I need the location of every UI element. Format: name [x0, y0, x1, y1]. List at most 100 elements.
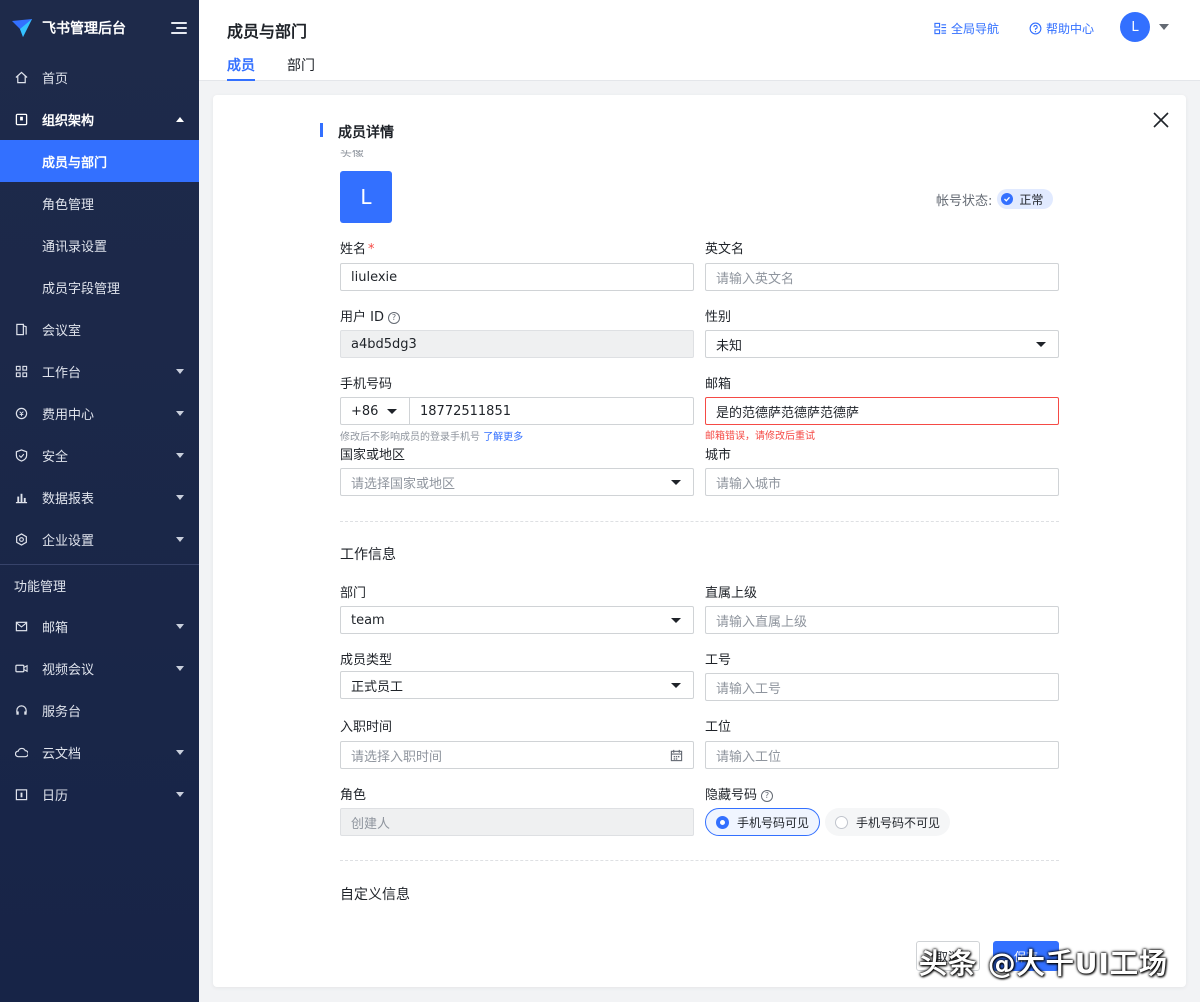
settings-icon — [14, 532, 28, 546]
gender-select[interactable]: 未知 — [705, 330, 1059, 358]
top-header: 成员与部门 成员 部门 全局导航 帮助中心 L — [199, 0, 1200, 81]
page-title: 成员与部门 — [227, 22, 308, 41]
sidebar-item-home[interactable]: 首页 — [0, 56, 199, 98]
email-label: 邮箱 — [705, 377, 732, 392]
help-icon: ? — [761, 789, 774, 802]
sidebar-item-contacts-settings[interactable]: 通讯录设置 — [0, 224, 199, 266]
tab-members[interactable]: 成员 — [227, 55, 255, 81]
name-input[interactable]: liulexie — [340, 263, 694, 291]
sidebar-item-members-depts[interactable]: 成员与部门 — [0, 140, 199, 182]
section-divider — [340, 521, 1059, 522]
phone-input[interactable]: 18772511851 — [409, 397, 694, 425]
close-icon[interactable] — [1152, 111, 1170, 129]
role-label: 角色 — [340, 788, 367, 803]
sidebar-item-reports[interactable]: 数据报表 — [0, 476, 199, 518]
global-nav-icon — [934, 22, 947, 35]
name-label: 姓名 * — [340, 242, 375, 257]
join-date-label: 入职时间 — [340, 720, 393, 735]
chevron-down-icon — [176, 410, 184, 416]
shield-icon — [14, 448, 28, 462]
sidebar-item-member-fields[interactable]: 成员字段管理 — [0, 266, 199, 308]
chevron-down-icon — [176, 665, 184, 671]
video-icon — [14, 661, 28, 675]
chevron-down-icon — [671, 480, 681, 485]
sidebar-item-calendar[interactable]: 日历 — [0, 773, 199, 815]
department-select[interactable]: team — [340, 606, 694, 634]
phone-code-select[interactable]: +86 — [340, 397, 410, 425]
learn-more-link[interactable]: 了解更多 — [483, 432, 523, 443]
billing-icon — [14, 406, 28, 420]
tab-departments[interactable]: 部门 — [287, 55, 315, 81]
city-input[interactable]: 请输入城市 — [705, 468, 1059, 496]
chevron-down-icon — [671, 618, 681, 623]
sidebar-item-service-desk[interactable]: 服务台 — [0, 689, 199, 731]
country-select[interactable]: 请选择国家或地区 — [340, 468, 694, 496]
sidebar: 飞书管理后台 首页 组织架构 成员与部门 角色管理 通讯录设置 成员字段管理 会… — [0, 0, 199, 1002]
email-input[interactable]: 是的范德萨范德萨范德萨 — [705, 397, 1059, 425]
chevron-down-icon — [176, 623, 184, 629]
manager-label: 直属上级 — [705, 586, 758, 601]
sidebar-item-security[interactable]: 安全 — [0, 434, 199, 476]
member-detail-panel: 成员详情 头像 L 帐号状态: 正常 姓名 * liulexie 英文名 请输入英… — [213, 95, 1186, 987]
english-name-label: 英文名 — [705, 242, 745, 257]
gender-label: 性别 — [705, 310, 732, 325]
phone-label: 手机号码 — [340, 377, 393, 392]
menu-toggle-icon[interactable] — [171, 22, 187, 34]
sidebar-item-video-meeting[interactable]: 视频会议 — [0, 647, 199, 689]
user-id-label: 用户 ID? — [340, 306, 400, 325]
sidebar-item-billing[interactable]: 费用中心 — [0, 392, 199, 434]
sidebar-item-workbench[interactable]: 工作台 — [0, 350, 199, 392]
brand-name: 飞书管理后台 — [42, 21, 126, 37]
sidebar-item-enterprise-settings[interactable]: 企业设置 — [0, 518, 199, 560]
panel-title: 成员详情 — [320, 122, 394, 142]
sidebar-group-title: 功能管理 — [14, 579, 67, 595]
sidebar-item-cloud-docs[interactable]: 云文档 — [0, 731, 199, 773]
meeting-room-icon — [14, 322, 28, 336]
chevron-down-icon — [176, 494, 184, 500]
sidebar-item-meeting-room[interactable]: 会议室 — [0, 308, 199, 350]
avatar-label: 头像 — [340, 150, 365, 157]
phone-hint: 修改后不影响成员的登录手机号 了解更多 — [340, 432, 524, 443]
help-circle-icon — [1029, 22, 1042, 35]
chevron-down-icon — [176, 452, 184, 458]
cloud-doc-icon — [14, 745, 28, 759]
org-icon — [14, 112, 28, 126]
sidebar-item-org[interactable]: 组织架构 — [0, 98, 199, 140]
english-name-input[interactable]: 请输入英文名 — [705, 263, 1059, 291]
status-badge: 正常 — [997, 189, 1054, 209]
help-center-link[interactable]: 帮助中心 — [1029, 20, 1094, 37]
department-label: 部门 — [340, 586, 367, 601]
workstation-input[interactable]: 请输入工位 — [705, 741, 1059, 769]
chevron-down-icon — [387, 409, 397, 414]
user-menu-caret-icon[interactable] — [1159, 24, 1169, 30]
member-type-select[interactable]: 正式员工 — [340, 671, 694, 699]
workstation-label: 工位 — [705, 720, 732, 735]
global-nav-link[interactable]: 全局导航 — [934, 20, 999, 37]
employee-no-input[interactable]: 请输入工号 — [705, 673, 1059, 701]
member-type-label: 成员类型 — [340, 653, 393, 668]
sidebar-item-mail[interactable]: 邮箱 — [0, 605, 199, 647]
country-label: 国家或地区 — [340, 448, 406, 463]
member-avatar[interactable]: L — [340, 171, 392, 223]
hide-phone-label: 隐藏号码? — [705, 784, 774, 803]
home-icon — [14, 70, 28, 84]
tab-bar: 成员 部门 — [227, 55, 347, 81]
chevron-down-icon — [176, 368, 184, 374]
chevron-down-icon — [176, 791, 184, 797]
user-id-field: a4bd5dg3 — [340, 330, 694, 358]
chevron-down-icon — [176, 749, 184, 755]
radio-phone-visible[interactable]: 手机号码可见 — [705, 808, 821, 836]
chevron-down-icon — [176, 536, 184, 542]
user-avatar[interactable]: L — [1120, 12, 1150, 42]
sidebar-item-roles[interactable]: 角色管理 — [0, 182, 199, 224]
check-icon — [1001, 193, 1014, 205]
radio-phone-invisible[interactable]: 手机号码不可见 — [825, 808, 951, 836]
chevron-up-icon — [176, 116, 184, 122]
mail-icon — [14, 619, 28, 633]
join-date-picker[interactable]: 请选择入职时间 — [340, 741, 694, 769]
feishu-logo-icon — [12, 19, 32, 37]
chevron-down-icon — [1036, 342, 1046, 347]
headset-icon — [14, 703, 28, 717]
manager-input[interactable]: 请输入直属上级 — [705, 606, 1059, 634]
radio-checked-icon — [716, 815, 729, 829]
